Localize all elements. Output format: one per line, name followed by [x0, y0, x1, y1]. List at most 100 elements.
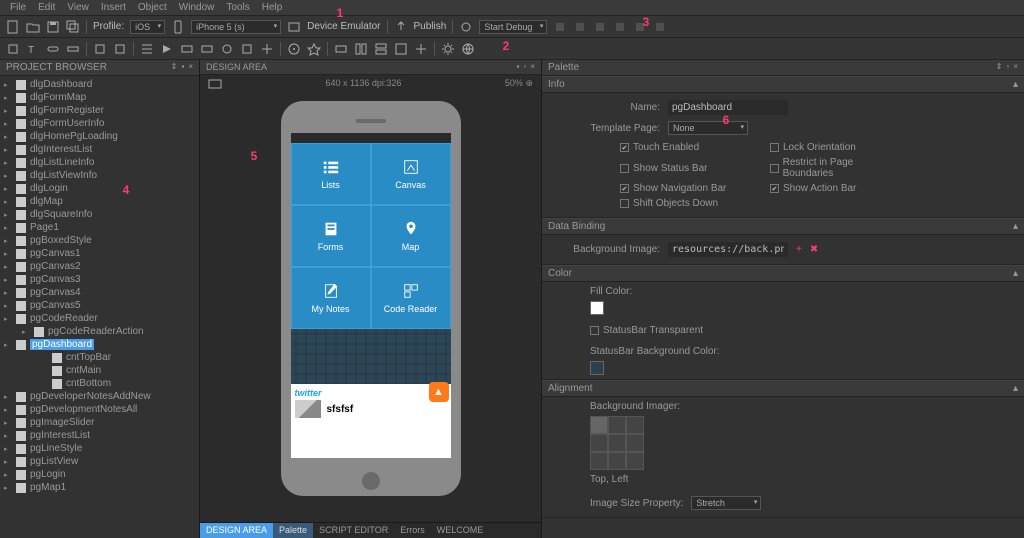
device-dropdown[interactable]: iPhone 5 (s) — [191, 20, 281, 34]
tree-item[interactable]: ▸dlgFormMap — [0, 91, 199, 104]
menu-help[interactable]: Help — [256, 0, 289, 15]
tree-item[interactable]: cntMain — [0, 364, 199, 377]
check-nav[interactable] — [620, 184, 629, 193]
template-dropdown[interactable]: None — [668, 121, 748, 135]
save-icon[interactable] — [46, 20, 60, 34]
tool-icon[interactable] — [93, 42, 107, 56]
tree-item[interactable]: ▸pgBoxedStyle — [0, 234, 199, 247]
tool-icon[interactable] — [374, 42, 388, 56]
debug-tool-icon[interactable] — [553, 20, 567, 34]
tile-forms[interactable]: Forms — [291, 205, 371, 267]
tree-item[interactable]: ▸dlgDashboard — [0, 78, 199, 91]
globe-icon[interactable] — [461, 42, 475, 56]
section-alignment[interactable]: Alignment — [548, 383, 592, 394]
section-color[interactable]: Color — [548, 268, 572, 279]
tree-item[interactable]: ▸dlgLogin — [0, 182, 199, 195]
tile-notes[interactable]: My Notes — [291, 267, 371, 329]
tool-icon[interactable] — [200, 42, 214, 56]
tree-item[interactable]: ▸pgDashboard — [0, 338, 199, 351]
debug-tool-icon[interactable] — [653, 20, 667, 34]
scroll-up-button[interactable]: ▲ — [429, 382, 449, 402]
tool-icon[interactable] — [334, 42, 348, 56]
tool-icon[interactable] — [6, 42, 20, 56]
tile-lists[interactable]: Lists — [291, 143, 371, 205]
tree-item[interactable]: ▸dlgInterestList — [0, 143, 199, 156]
menu-object[interactable]: Object — [132, 0, 173, 15]
tool-icon[interactable] — [140, 42, 154, 56]
statusbar-bg-swatch[interactable] — [590, 361, 604, 375]
menu-insert[interactable]: Insert — [95, 0, 132, 15]
menu-edit[interactable]: Edit — [32, 0, 61, 15]
image-size-dropdown[interactable]: Stretch — [691, 496, 761, 510]
tree-item[interactable]: ▸pgDevelopmentNotesAll — [0, 403, 199, 416]
remove-bg-icon[interactable]: ✖ — [810, 244, 818, 255]
tree-item[interactable]: ▸dlgListViewInfo — [0, 169, 199, 182]
tool-icon[interactable] — [287, 42, 301, 56]
alignment-grid[interactable] — [590, 416, 1016, 470]
saveall-icon[interactable] — [66, 20, 80, 34]
check-touch[interactable] — [620, 143, 629, 152]
menu-file[interactable]: File — [4, 0, 32, 15]
new-icon[interactable] — [6, 20, 20, 34]
check-shift[interactable] — [620, 199, 629, 208]
map-strip[interactable] — [291, 329, 451, 384]
tree-item[interactable]: ▸pgCodeReaderAction — [0, 325, 199, 338]
publish-button[interactable]: Publish — [414, 21, 447, 32]
tree-item[interactable]: ▸pgInterestList — [0, 429, 199, 442]
tile-code-reader[interactable]: Code Reader — [371, 267, 451, 329]
tile-map[interactable]: Map — [371, 205, 451, 267]
add-bg-icon[interactable]: + — [796, 244, 802, 255]
tile-canvas[interactable]: Canvas — [371, 143, 451, 205]
debug-tool-icon[interactable] — [613, 20, 627, 34]
phone-screen[interactable]: Lists Canvas Forms Map — [291, 133, 451, 458]
tree-item[interactable]: ▸pgCanvas2 — [0, 260, 199, 273]
profile-dropdown[interactable]: iOS — [130, 20, 165, 34]
tool-icon[interactable] — [394, 42, 408, 56]
section-info[interactable]: Info — [548, 79, 565, 90]
tool-icon[interactable] — [414, 42, 428, 56]
start-debug-dropdown[interactable]: Start Debug — [479, 20, 547, 34]
tool-icon[interactable] — [307, 42, 321, 56]
tool-icon[interactable] — [113, 42, 127, 56]
tree-item[interactable]: ▸pgMap1 — [0, 481, 199, 494]
check-action[interactable] — [770, 184, 779, 193]
tree-item[interactable]: ▸pgImageSlider — [0, 416, 199, 429]
tree-item[interactable]: ▸pgCanvas4 — [0, 286, 199, 299]
tree-item[interactable]: ▸pgLogin — [0, 468, 199, 481]
check-statusbar-transparent[interactable] — [590, 326, 599, 335]
check-restrict[interactable] — [770, 164, 779, 173]
tool-icon[interactable] — [46, 42, 60, 56]
tool-icon[interactable] — [354, 42, 368, 56]
tab-welcome[interactable]: WELCOME — [431, 523, 490, 538]
tool-icon[interactable] — [260, 42, 274, 56]
device-emulator-button[interactable]: Device Emulator — [307, 21, 380, 32]
tool-icon[interactable] — [180, 42, 194, 56]
tool-icon[interactable] — [160, 42, 174, 56]
tree-item[interactable]: ▸pgListView — [0, 455, 199, 468]
menu-tools[interactable]: Tools — [220, 0, 255, 15]
tab-palette[interactable]: Palette — [273, 523, 313, 538]
zoom-icon[interactable]: ⊕ — [525, 78, 533, 88]
tree-item[interactable]: cntBottom — [0, 377, 199, 390]
tree-item[interactable]: ▸pgCanvas1 — [0, 247, 199, 260]
tab-script-editor[interactable]: SCRIPT EDITOR — [313, 523, 394, 538]
tree-item[interactable]: ▸pgCanvas3 — [0, 273, 199, 286]
tree-item[interactable]: ▸dlgSquareInfo — [0, 208, 199, 221]
menu-window[interactable]: Window — [173, 0, 221, 15]
debug-tool-icon[interactable] — [593, 20, 607, 34]
check-lock[interactable] — [770, 143, 779, 152]
tree-item[interactable]: ▸dlgFormUserInfo — [0, 117, 199, 130]
tab-design-area[interactable]: DESIGN AREA — [200, 523, 273, 538]
tool-icon[interactable]: T — [26, 42, 40, 56]
tree-item[interactable]: ▸dlgFormRegister — [0, 104, 199, 117]
section-databinding[interactable]: Data Binding — [548, 221, 605, 232]
menu-view[interactable]: View — [61, 0, 95, 15]
tab-errors[interactable]: Errors — [394, 523, 431, 538]
tree-item[interactable]: cntTopBar — [0, 351, 199, 364]
fill-color-swatch[interactable] — [590, 301, 604, 315]
tree-item[interactable]: ▸pgCanvas5 — [0, 299, 199, 312]
gear-icon[interactable] — [441, 42, 455, 56]
tool-icon[interactable] — [240, 42, 254, 56]
tool-icon[interactable] — [220, 42, 234, 56]
project-tree[interactable]: ▸dlgDashboard▸dlgFormMap▸dlgFormRegister… — [0, 76, 199, 538]
